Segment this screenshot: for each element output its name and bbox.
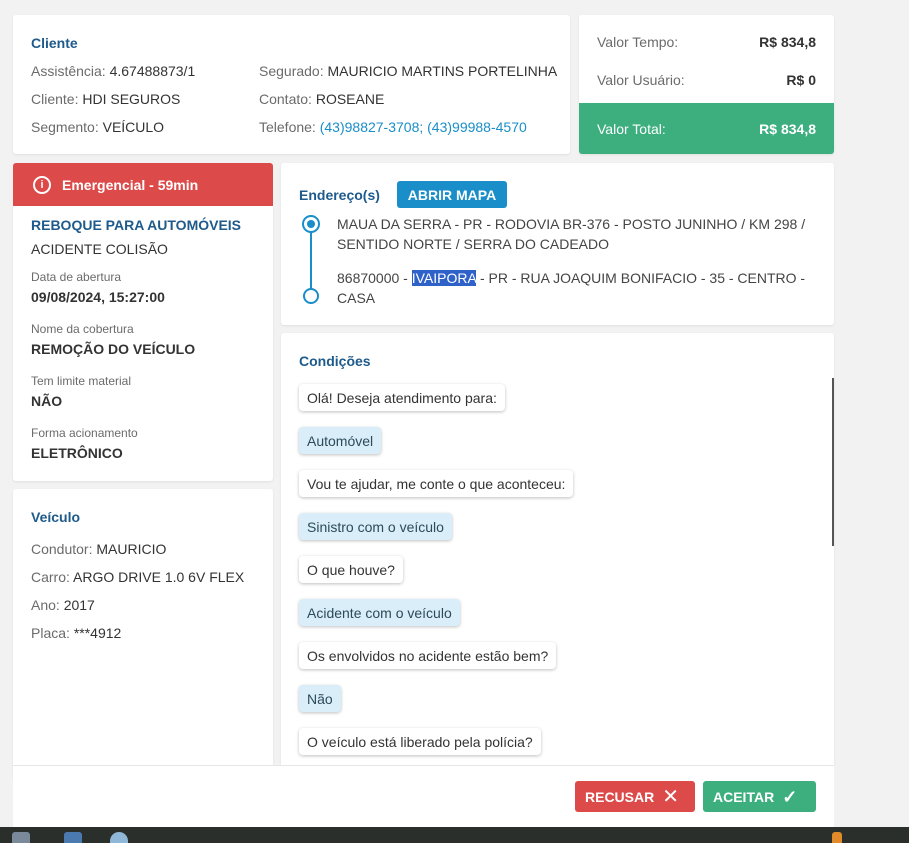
destino-cidade-highlight: IVAIPORA	[411, 270, 477, 286]
limite-value: NÃO	[31, 393, 63, 409]
assistencia-row: Assistência: 4.67488873/1	[31, 63, 195, 79]
segurado-row: Segurado: MAURICIO MARTINS PORTELINHA	[259, 63, 557, 79]
valores-card: Valor Tempo: R$ 834,8 Valor Usuário: R$ …	[579, 15, 834, 154]
servico-card: REBOQUE PARA AUTOMÓVEIS ACIDENTE COLISÃO…	[13, 206, 273, 481]
chat-question-bubble: O veículo está liberado pela polícia?	[299, 728, 541, 755]
valor-total-value: R$ 834,8	[759, 120, 816, 137]
telefone-row: Telefone: (43)98827-3708; (43)99988-4570	[259, 119, 527, 135]
forma-value: ELETRÔNICO	[31, 445, 123, 461]
info-icon: i	[33, 175, 51, 194]
valor-tempo-label: Valor Tempo:	[597, 34, 679, 50]
chat-answer-bubble: Acidente com o veículo	[299, 599, 460, 626]
recusar-label: RECUSAR	[585, 788, 655, 805]
ano-row: Ano: 2017	[31, 597, 95, 613]
recusar-button[interactable]: RECUSAR ✕	[575, 781, 695, 812]
taskbar-app-icon[interactable]	[110, 832, 128, 843]
emergencial-label: Emergencial - 59min	[62, 176, 199, 193]
chat-question-bubble: Olá! Deseja atendimento para:	[299, 384, 505, 411]
cobertura-label: Nome da cobertura	[31, 322, 134, 336]
telefone-link[interactable]: (43)98827-3708; (43)99988-4570	[320, 119, 527, 135]
taskbar-app-icon[interactable]	[12, 832, 30, 843]
endereco-destino: 86870000 - IVAIPORA - PR - RUA JOAQUIM B…	[337, 268, 807, 308]
condutor-row: Condutor: MAURICIO	[31, 541, 166, 557]
contato-row: Contato: ROSEANE	[259, 91, 384, 107]
cliente-title: Cliente	[31, 35, 78, 51]
destino-cep: 86870000 -	[337, 270, 412, 286]
chat-question-bubble: Os envolvidos no acidente estão bem?	[299, 642, 557, 669]
cobertura-value: REMOÇÃO DO VEÍCULO	[31, 341, 196, 357]
taskbar-app-icon[interactable]	[832, 832, 842, 843]
contato-value: ROSEANE	[315, 91, 385, 107]
data-abertura-label: Data de abertura	[31, 270, 122, 284]
valor-tempo-value: R$ 834,8	[759, 34, 816, 50]
check-icon: ✓	[782, 786, 798, 807]
assistencia-label: Assistência:	[31, 63, 106, 79]
carro-value: ARGO DRIVE 1.0 6V FLEX	[73, 569, 245, 585]
segurado-value: MAURICIO MARTINS PORTELINHA	[327, 63, 558, 79]
valor-total-bar: Valor Total: R$ 834,8	[579, 103, 834, 154]
ano-label: Ano:	[31, 597, 60, 613]
servico-tipo: REBOQUE PARA AUTOMÓVEIS	[31, 217, 242, 233]
condutor-label: Condutor:	[31, 541, 93, 557]
chat-question-bubble: O que houve?	[299, 556, 403, 583]
valor-usuario-row: Valor Usuário: R$ 0	[597, 72, 816, 88]
taskbar-app-icon[interactable]	[64, 832, 82, 843]
chat-answer-bubble: Automóvel	[299, 427, 382, 454]
placa-value: ***4912	[73, 625, 122, 641]
veiculo-title: Veículo	[31, 509, 81, 525]
cliente-row: Cliente: HDI SEGUROS	[31, 91, 180, 107]
condicoes-scrollbar[interactable]	[832, 378, 834, 546]
close-icon: ✕	[662, 785, 679, 808]
valor-tempo-row: Valor Tempo: R$ 834,8	[597, 34, 816, 50]
condicoes-title: Condições	[299, 353, 371, 369]
carro-row: Carro: ARGO DRIVE 1.0 6V FLEX	[31, 569, 244, 585]
segmento-row: Segmento: VEÍCULO	[31, 119, 164, 135]
assistencia-value: 4.67488873/1	[109, 63, 196, 79]
segmento-value: VEÍCULO	[102, 119, 165, 135]
emergencial-banner: i Emergencial - 59min	[13, 163, 273, 206]
aceitar-button[interactable]: ACEITAR ✓	[703, 781, 816, 812]
carro-label: Carro:	[31, 569, 70, 585]
contato-label: Contato:	[259, 91, 312, 107]
endereco-origem: MAUA DA SERRA - PR - RODOVIA BR-376 - PO…	[337, 216, 806, 252]
route-line	[310, 231, 312, 291]
endereco-title: Endereço(s)	[299, 187, 380, 203]
os-taskbar	[0, 827, 909, 843]
placa-row: Placa: ***4912	[31, 625, 121, 641]
valor-usuario-label: Valor Usuário:	[597, 72, 685, 88]
chat-answer-bubble: Sinistro com o veículo	[299, 513, 452, 540]
origin-marker-icon	[302, 215, 320, 233]
valor-total-label: Valor Total:	[597, 120, 666, 137]
aceitar-label: ACEITAR	[713, 788, 775, 805]
limite-label: Tem limite material	[31, 374, 132, 388]
segmento-label: Segmento:	[31, 119, 99, 135]
abrir-mapa-button[interactable]: ABRIR MAPA	[397, 181, 507, 208]
telefone-label: Telefone:	[259, 119, 316, 135]
footer-actions: RECUSAR ✕ ACEITAR ✓	[13, 765, 834, 827]
condutor-value: MAURICIO	[96, 541, 167, 557]
chat-question-bubble: Vou te ajudar, me conte o que aconteceu:	[299, 470, 574, 497]
forma-label: Forma acionamento	[31, 426, 138, 440]
destination-marker-icon	[303, 288, 319, 304]
valor-usuario-value: R$ 0	[786, 72, 816, 88]
condicoes-card[interactable]: Condições Olá! Deseja atendimento para: A…	[281, 333, 834, 765]
data-abertura-value: 09/08/2024, 15:27:00	[31, 289, 165, 305]
placa-label: Placa:	[31, 625, 70, 641]
endereco-card: Endereço(s) ABRIR MAPA MAUA DA SERRA - P…	[281, 163, 834, 325]
chat-answer-bubble: Não	[299, 685, 341, 712]
segurado-label: Segurado:	[259, 63, 324, 79]
cliente-card: Cliente Assistência: 4.67488873/1 Client…	[13, 15, 570, 154]
veiculo-card: Veículo Condutor: MAURICIO Carro: ARGO D…	[13, 489, 273, 779]
cliente-value: HDI SEGUROS	[82, 91, 181, 107]
ano-value: 2017	[63, 597, 95, 613]
cliente-label: Cliente:	[31, 91, 79, 107]
servico-motivo: ACIDENTE COLISÃO	[31, 241, 168, 257]
